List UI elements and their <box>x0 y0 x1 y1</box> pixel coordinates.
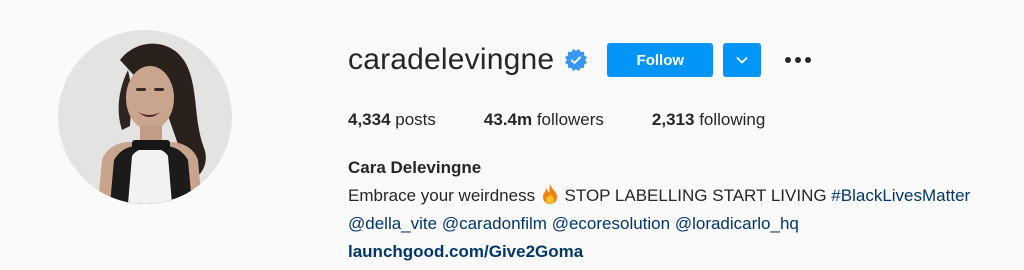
mention-link-caradonfilm[interactable]: @caradonfilm <box>442 214 547 233</box>
posts-label: posts <box>390 110 436 129</box>
followers-count: 43.4m <box>483 110 533 129</box>
title-row: caradelevingne Follow <box>348 40 813 80</box>
following-label: following <box>694 110 766 129</box>
full-name: Cara Delevingne <box>348 158 482 177</box>
profile-avatar[interactable] <box>58 30 232 204</box>
mention-link-della-vite[interactable]: @della_vite <box>348 214 437 233</box>
mention-link-ecoresolution[interactable]: @ecoresolution <box>552 214 670 233</box>
bio-caps-text: STOP LABELLING START LIVING <box>559 186 832 205</box>
followers-stat[interactable]: 43.4m followers <box>484 108 604 132</box>
following-stat[interactable]: 2,313 following <box>652 108 765 132</box>
bio-text: Embrace your weirdness <box>348 186 536 205</box>
more-options-icon <box>785 57 812 63</box>
more-options-button[interactable] <box>783 45 813 75</box>
avatar-photo <box>58 30 232 204</box>
follow-button[interactable]: Follow <box>607 43 714 77</box>
bio: Cara Delevingne Embrace your weirdness S… <box>348 154 970 266</box>
hashtag-link[interactable]: #BlackLivesMatter <box>831 186 970 205</box>
chevron-down-icon <box>736 57 748 64</box>
mention-link-loradicarlo-hq[interactable]: @loradicarlo_hq <box>675 214 799 233</box>
fire-emoji-icon <box>542 184 558 204</box>
posts-stat: 4,334 posts <box>348 108 436 132</box>
bio-line-2: @della_vite @caradonfilm @ecoresolution … <box>348 210 970 238</box>
bio-line-1: Embrace your weirdness STOP LABELLING ST… <box>348 182 970 210</box>
verified-badge-icon <box>565 49 588 71</box>
following-count: 2,313 <box>651 110 695 129</box>
posts-count: 4,334 <box>348 110 391 129</box>
website-link[interactable]: launchgood.com/Give2Goma <box>348 242 583 261</box>
username: caradelevingne <box>348 43 555 76</box>
profile-header: caradelevingne Follow 4,334 posts 43.4m … <box>0 0 1024 270</box>
bio-line-3: launchgood.com/Give2Goma <box>348 238 970 266</box>
followers-label: followers <box>532 110 604 129</box>
stats-row: 4,334 posts 43.4m followers 2,313 follow… <box>348 108 813 132</box>
suggested-accounts-dropdown-button[interactable] <box>723 43 762 77</box>
